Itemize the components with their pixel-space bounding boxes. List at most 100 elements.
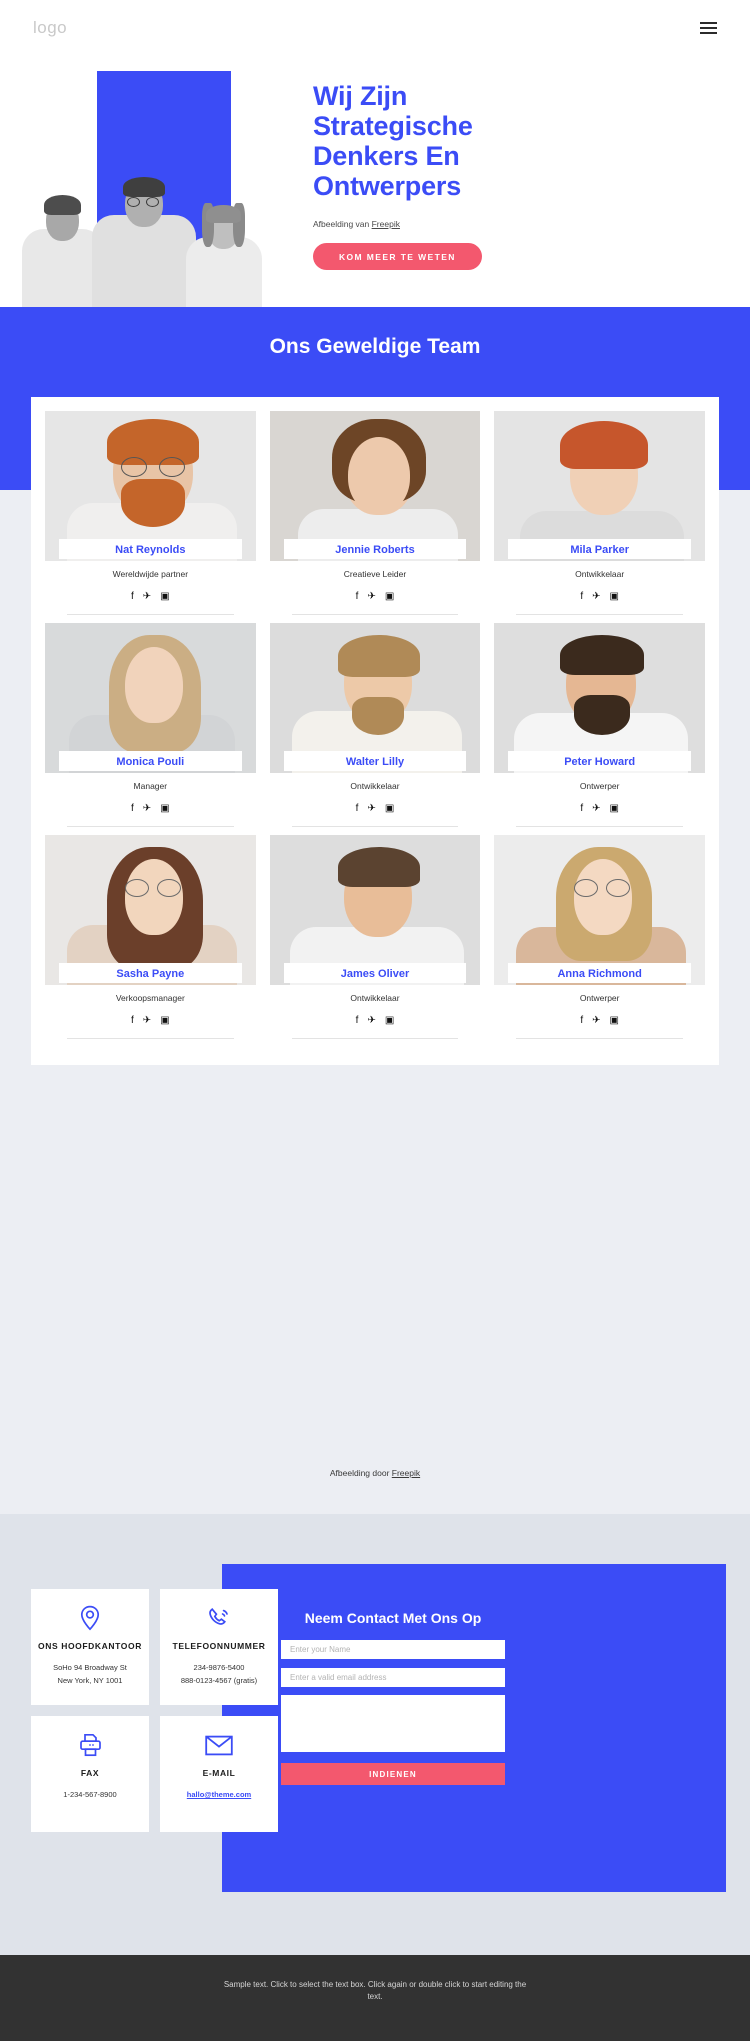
member-name: Mila Parker — [570, 544, 630, 556]
instagram-icon[interactable]: ▣ — [385, 592, 394, 602]
member-social-links: f ✈ ▣ — [270, 1016, 481, 1026]
member-divider — [291, 826, 459, 827]
twitter-icon[interactable]: ✈ — [143, 804, 151, 814]
instagram-icon[interactable]: ▣ — [160, 592, 169, 602]
member-role: Manager — [133, 781, 168, 791]
facebook-icon[interactable]: f — [356, 592, 359, 602]
name-input[interactable] — [281, 1640, 505, 1659]
team-grid: Nat Reynolds Wereldwijde partner f ✈ ▣ J… — [45, 411, 705, 1047]
facebook-icon[interactable]: f — [580, 804, 583, 814]
team-heading: Ons Geweldige Team — [269, 335, 481, 358]
member-divider — [516, 1038, 683, 1039]
instagram-icon[interactable]: ▣ — [610, 592, 619, 602]
team-member-card[interactable]: Monica Pouli Manager f ✈ ▣ — [45, 623, 256, 835]
member-role: Ontwikkelaar — [575, 569, 625, 579]
team-member-card[interactable]: Mila Parker Ontwikkelaar f ✈ ▣ — [494, 411, 705, 623]
team-member-card[interactable]: Walter Lilly Ontwikkelaar f ✈ ▣ — [269, 623, 481, 835]
hero-credit-prefix: Afbeelding van — [313, 219, 372, 229]
member-divider — [67, 1038, 234, 1039]
twitter-icon[interactable]: ✈ — [367, 592, 375, 602]
member-name-plate: Nat Reynolds — [59, 539, 242, 559]
team-credit-prefix: Afbeelding door — [329, 1468, 392, 1478]
contact-form-title: Neem Contact Met Ons Op — [304, 1610, 482, 1626]
location-pin-icon — [79, 1605, 101, 1631]
twitter-icon[interactable]: ✈ — [143, 592, 151, 602]
message-textarea[interactable] — [281, 1695, 505, 1752]
email-input[interactable] — [281, 1668, 505, 1687]
learn-more-button[interactable]: KOM MEER TE WETEN — [313, 243, 482, 270]
contact-card-line1: 234-9876-5400 — [193, 1663, 245, 1672]
team-member-card[interactable]: Peter Howard Ontwerper f ✈ ▣ — [494, 623, 705, 835]
contact-card-title: FAX — [80, 1768, 100, 1778]
hamburger-icon[interactable] — [700, 22, 717, 34]
facebook-icon[interactable]: f — [580, 1016, 583, 1026]
team-grid-container: Nat Reynolds Wereldwijde partner f ✈ ▣ J… — [31, 397, 719, 1065]
instagram-icon[interactable]: ▣ — [610, 1016, 619, 1026]
member-social-links: f ✈ ▣ — [494, 804, 705, 814]
contact-section: ONS HOOFDKANTOOR SoHo 94 Broadway St New… — [0, 1514, 750, 1955]
team-image-credit: Afbeelding door Freepik — [0, 1468, 750, 1478]
member-name: Monica Pouli — [116, 756, 185, 768]
member-role: Verkoopsmanager — [115, 993, 185, 1003]
envelope-icon — [205, 1732, 233, 1758]
twitter-icon[interactable]: ✈ — [592, 592, 600, 602]
contact-card-lines: 234-9876-5400 888-0123-4567 (gratis) — [181, 1661, 257, 1687]
instagram-icon[interactable]: ▣ — [385, 804, 394, 814]
contact-card-fax: FAX 1-234-567-8900 — [31, 1716, 149, 1832]
site-header: logo — [0, 0, 750, 56]
hero-team-photo — [20, 126, 290, 307]
hero-credit-link[interactable]: Freepik — [372, 219, 400, 229]
member-social-links: f ✈ ▣ — [494, 1016, 705, 1026]
instagram-icon[interactable]: ▣ — [385, 1016, 394, 1026]
contact-card-lines: hallo@theme.com — [187, 1788, 251, 1801]
twitter-icon[interactable]: ✈ — [592, 804, 600, 814]
contact-card-title: TELEFOONNUMMER — [172, 1641, 266, 1651]
member-name: Sasha Payne — [116, 968, 185, 980]
facebook-icon[interactable]: f — [580, 592, 583, 602]
hamburger-bar — [700, 27, 717, 29]
team-credit-link[interactable]: Freepik — [392, 1468, 420, 1478]
team-member-card[interactable]: Sasha Payne Verkoopsmanager f ✈ ▣ — [45, 835, 256, 1047]
team-member-card[interactable]: James Oliver Ontwikkelaar f ✈ ▣ — [269, 835, 481, 1047]
contact-card-line1: SoHo 94 Broadway St — [53, 1663, 127, 1672]
contact-card-title: ONS HOOFDKANTOOR — [38, 1641, 142, 1651]
member-divider — [516, 614, 683, 615]
member-social-links: f ✈ ▣ — [45, 1016, 256, 1026]
member-social-links: f ✈ ▣ — [45, 804, 256, 814]
member-name: James Oliver — [340, 968, 410, 980]
logo[interactable]: logo — [33, 18, 67, 38]
contact-card-email: E-MAIL hallo@theme.com — [160, 1716, 278, 1832]
twitter-icon[interactable]: ✈ — [592, 1016, 600, 1026]
instagram-icon[interactable]: ▣ — [160, 804, 169, 814]
instagram-icon[interactable]: ▣ — [160, 1016, 169, 1026]
twitter-icon[interactable]: ✈ — [367, 804, 375, 814]
member-name: Anna Richmond — [557, 968, 642, 980]
contact-card-headquarters: ONS HOOFDKANTOOR SoHo 94 Broadway St New… — [31, 1589, 149, 1705]
email-link[interactable]: hallo@theme.com — [187, 1790, 251, 1799]
team-member-card[interactable]: Anna Richmond Ontwerper f ✈ ▣ — [494, 835, 705, 1047]
twitter-icon[interactable]: ✈ — [143, 1016, 151, 1026]
member-name: Walter Lilly — [345, 756, 405, 768]
site-footer: Sample text. Click to select the text bo… — [0, 1955, 750, 2041]
member-social-links: f ✈ ▣ — [270, 804, 481, 814]
submit-button[interactable]: INDIENEN — [281, 1763, 505, 1785]
facebook-icon[interactable]: f — [356, 1016, 359, 1026]
facebook-icon[interactable]: f — [356, 804, 359, 814]
hamburger-bar — [700, 32, 717, 34]
fax-printer-icon — [78, 1732, 103, 1758]
team-member-card[interactable]: Nat Reynolds Wereldwijde partner f ✈ ▣ — [45, 411, 256, 623]
hero-content: Wij Zijn Strategische Denkers En Ontwerp… — [313, 81, 713, 270]
member-name-plate: Mila Parker — [508, 539, 691, 559]
facebook-icon[interactable]: f — [131, 804, 134, 814]
member-role: Wereldwijde partner — [112, 569, 189, 579]
hero-image-credit: Afbeelding van Freepik — [313, 219, 713, 229]
contact-card-lines: 1-234-567-8900 — [63, 1788, 116, 1801]
member-name: Jennie Roberts — [335, 544, 415, 556]
twitter-icon[interactable]: ✈ — [367, 1016, 375, 1026]
instagram-icon[interactable]: ▣ — [610, 804, 619, 814]
facebook-icon[interactable]: f — [131, 1016, 134, 1026]
team-member-card[interactable]: Jennie Roberts Creatieve Leider f ✈ ▣ — [269, 411, 481, 623]
facebook-icon[interactable]: f — [131, 592, 134, 602]
contact-info-cards: ONS HOOFDKANTOOR SoHo 94 Broadway St New… — [31, 1589, 278, 1832]
member-role: Ontwikkelaar — [350, 781, 400, 791]
